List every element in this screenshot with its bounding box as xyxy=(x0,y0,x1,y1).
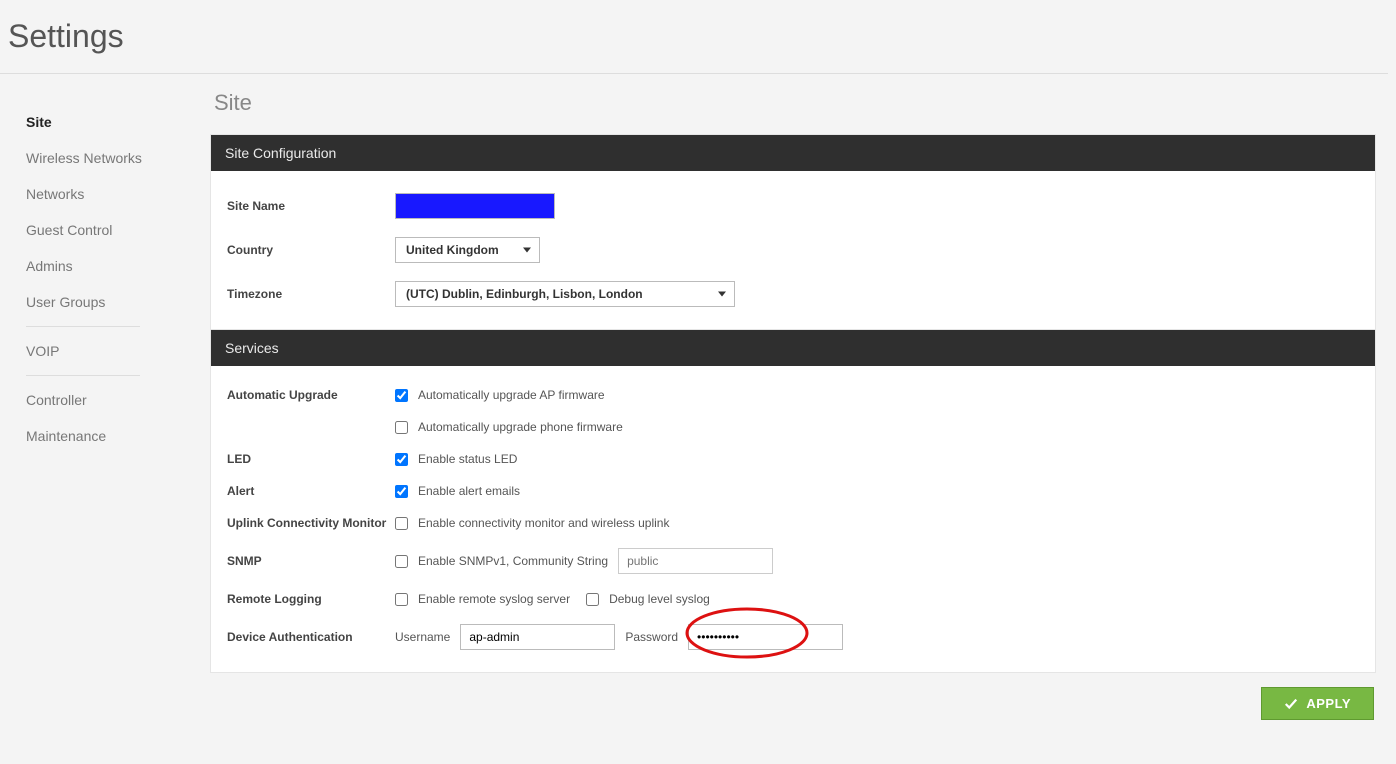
label-remote-logging: Remote Logging xyxy=(227,592,395,606)
label-country: Country xyxy=(227,243,395,257)
panel-site-configuration: Site Configuration Site Name Country Uni… xyxy=(210,134,1376,330)
sidebar-divider xyxy=(26,326,140,327)
checkbox-uplink[interactable] xyxy=(395,517,408,530)
country-select-value: United Kingdom xyxy=(406,243,499,257)
text-auto-upgrade-ap: Automatically upgrade AP firmware xyxy=(418,388,605,402)
checkbox-led[interactable] xyxy=(395,453,408,466)
chevron-down-icon xyxy=(523,248,531,253)
timezone-select-value: (UTC) Dublin, Edinburgh, Lisbon, London xyxy=(406,287,643,301)
text-led: Enable status LED xyxy=(418,452,517,466)
text-auto-upgrade-phone: Automatically upgrade phone firmware xyxy=(418,420,623,434)
apply-button-label: APPLY xyxy=(1306,696,1351,711)
text-alert: Enable alert emails xyxy=(418,484,520,498)
page-title: Settings xyxy=(0,0,1388,74)
snmp-community-input[interactable] xyxy=(618,548,773,574)
site-name-input[interactable] xyxy=(395,193,555,219)
sidebar-item-site[interactable]: Site xyxy=(26,104,180,140)
label-alert: Alert xyxy=(227,484,395,498)
apply-button[interactable]: APPLY xyxy=(1261,687,1374,720)
password-input[interactable] xyxy=(688,624,843,650)
label-snmp: SNMP xyxy=(227,554,395,568)
text-snmp: Enable SNMPv1, Community String xyxy=(418,554,608,568)
section-title: Site xyxy=(214,90,1376,116)
label-site-name: Site Name xyxy=(227,199,395,213)
panel-header-site-configuration: Site Configuration xyxy=(211,135,1375,171)
sidebar-item-admins[interactable]: Admins xyxy=(26,248,180,284)
check-icon xyxy=(1284,697,1298,711)
label-uplink-monitor: Uplink Connectivity Monitor xyxy=(227,516,395,530)
checkbox-alert[interactable] xyxy=(395,485,408,498)
checkbox-snmp[interactable] xyxy=(395,555,408,568)
text-uplink: Enable connectivity monitor and wireless… xyxy=(418,516,669,530)
checkbox-debug-syslog[interactable] xyxy=(586,593,599,606)
text-remote-syslog: Enable remote syslog server xyxy=(418,592,570,606)
panel-services: Services Automatic Upgrade Automatically… xyxy=(210,330,1376,673)
sidebar-item-controller[interactable]: Controller xyxy=(26,382,180,418)
sidebar-item-wireless-networks[interactable]: Wireless Networks xyxy=(26,140,180,176)
sidebar-item-networks[interactable]: Networks xyxy=(26,176,180,212)
label-automatic-upgrade: Automatic Upgrade xyxy=(227,388,395,402)
checkbox-auto-upgrade-phone[interactable] xyxy=(395,421,408,434)
label-led: LED xyxy=(227,452,395,466)
username-input[interactable] xyxy=(460,624,615,650)
sidebar-item-voip[interactable]: VOIP xyxy=(26,333,180,369)
settings-sidebar: Site Wireless Networks Networks Guest Co… xyxy=(0,86,190,720)
checkbox-auto-upgrade-ap[interactable] xyxy=(395,389,408,402)
text-debug-syslog: Debug level syslog xyxy=(609,592,710,606)
label-password: Password xyxy=(625,630,678,644)
label-username: Username xyxy=(395,630,450,644)
timezone-select[interactable]: (UTC) Dublin, Edinburgh, Lisbon, London xyxy=(395,281,735,307)
checkbox-remote-syslog[interactable] xyxy=(395,593,408,606)
sidebar-item-guest-control[interactable]: Guest Control xyxy=(26,212,180,248)
panel-header-services: Services xyxy=(211,330,1375,366)
chevron-down-icon xyxy=(718,292,726,297)
country-select[interactable]: United Kingdom xyxy=(395,237,540,263)
label-timezone: Timezone xyxy=(227,287,395,301)
sidebar-item-maintenance[interactable]: Maintenance xyxy=(26,418,180,454)
label-device-authentication: Device Authentication xyxy=(227,630,395,644)
sidebar-item-user-groups[interactable]: User Groups xyxy=(26,284,180,320)
sidebar-divider xyxy=(26,375,140,376)
